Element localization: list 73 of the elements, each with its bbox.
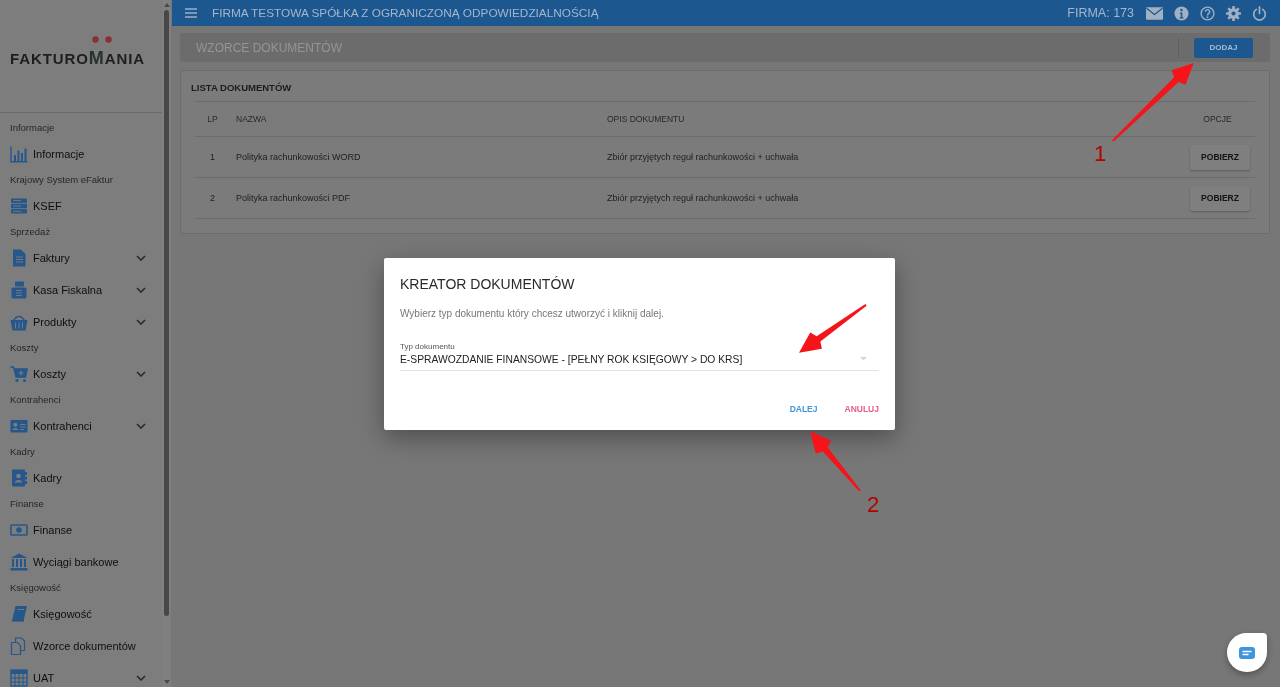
table-cell: 1 bbox=[210, 152, 215, 162]
add-button[interactable]: DODAJ bbox=[1194, 37, 1253, 58]
basket-icon bbox=[10, 313, 28, 331]
column-header: OPCJE bbox=[1203, 114, 1232, 124]
scroll-down-icon[interactable] bbox=[163, 680, 170, 684]
help-icon[interactable] bbox=[1200, 5, 1215, 21]
table-cell: Zbiór przyjętych reguł rachunkowości + uchwała bbox=[607, 193, 799, 203]
dialog-title: KREATOR DOKUMENTÓW bbox=[400, 275, 576, 294]
bar-chart-icon bbox=[10, 145, 28, 163]
table-cell: Zbiór przyjętych reguł rachunkowości + uchwała bbox=[607, 152, 799, 162]
cart-icon bbox=[10, 365, 28, 383]
nav-item[interactable]: UAT bbox=[0, 662, 162, 687]
dialog-message: Wybierz typ dokumentu który chcesz utworzyć i kliknij dalej. bbox=[400, 307, 665, 321]
nav-item[interactable]: Wzorce dokumentów bbox=[0, 630, 162, 662]
nav-item[interactable]: KSEF bbox=[0, 190, 162, 222]
section-label: Krajowy System eFaktur bbox=[9, 173, 114, 187]
menu-icon[interactable] bbox=[185, 8, 197, 18]
dialog-button[interactable]: DALEJ bbox=[783, 397, 824, 421]
section-label: Księgowość bbox=[9, 581, 62, 595]
info-icon[interactable] bbox=[1174, 5, 1189, 21]
section-label: Sprzedaż bbox=[9, 225, 52, 239]
annotation-number: 2 bbox=[867, 494, 880, 516]
company-title: FIRMA TESTOWA SPÓŁKA Z OGRANICZONĄ ODPOWIEDZIALNOŚCIĄ bbox=[212, 6, 599, 20]
section-label: Kadry bbox=[9, 445, 36, 459]
download-button[interactable]: POBIERZ bbox=[1190, 185, 1250, 211]
nav-item[interactable]: Kontrahenci bbox=[0, 410, 162, 442]
book-icon bbox=[10, 605, 28, 623]
nav-item[interactable]: Kadry bbox=[0, 462, 162, 494]
dialog-button[interactable]: ANULUJ bbox=[838, 397, 885, 421]
table-cell-text: Polityka rachunkowości WORD bbox=[235, 152, 361, 162]
chat-icon bbox=[1239, 646, 1255, 659]
section-label: Finanse bbox=[9, 497, 45, 511]
copy-icon bbox=[10, 637, 28, 655]
contact-card-icon bbox=[10, 417, 28, 435]
cash-register-icon bbox=[10, 281, 28, 299]
logo-text: FAKTUROMANIA bbox=[10, 49, 145, 67]
table-cell-text: Polityka rachunkowości PDF bbox=[235, 193, 351, 203]
annotation-arrow bbox=[799, 304, 867, 353]
address-book-icon bbox=[10, 469, 28, 487]
scrollbar-thumb[interactable] bbox=[164, 10, 169, 616]
column-header: NAZWA bbox=[235, 114, 267, 124]
column-header: LP bbox=[207, 114, 218, 124]
bank-icon bbox=[10, 553, 28, 571]
power-icon[interactable] bbox=[1252, 5, 1267, 21]
settings-icon[interactable] bbox=[1226, 5, 1241, 21]
nav-item[interactable]: Faktury bbox=[0, 242, 162, 274]
card-title: LISTA DOKUMENTÓW bbox=[191, 82, 293, 94]
nav-item[interactable]: Koszty bbox=[0, 358, 162, 390]
nav-item[interactable]: Produkty bbox=[0, 306, 162, 338]
column-header: OPIS DOKUMENTU bbox=[607, 114, 685, 124]
banknote-icon bbox=[10, 521, 28, 539]
nav-item[interactable]: Wyciągi bankowe bbox=[0, 546, 162, 578]
annotation-arrow bbox=[810, 431, 861, 492]
nav-item[interactable]: Finanse bbox=[0, 514, 162, 546]
annotation-number: 1 bbox=[1094, 143, 1107, 165]
mail-icon[interactable] bbox=[1146, 6, 1163, 20]
document-icon bbox=[10, 249, 28, 267]
calculator-icon bbox=[10, 669, 28, 687]
caret-icon bbox=[860, 357, 867, 361]
dots-icon bbox=[92, 35, 112, 43]
scrollbar[interactable] bbox=[162, 0, 171, 687]
table-cell: 2 bbox=[210, 193, 215, 203]
download-button[interactable]: POBIERZ bbox=[1190, 144, 1250, 170]
scroll-up-icon[interactable] bbox=[163, 3, 170, 7]
section-label: Koszty bbox=[9, 341, 40, 355]
company-number: FIRMA: 173 bbox=[1067, 6, 1134, 20]
section-label: Kontrahenci bbox=[9, 393, 62, 407]
chat-button[interactable] bbox=[1227, 633, 1267, 672]
server-icon bbox=[10, 197, 28, 215]
nav-item[interactable]: Księgowość bbox=[0, 598, 162, 630]
section-label: Informacje bbox=[9, 121, 56, 135]
nav-item[interactable]: Informacje bbox=[0, 138, 162, 170]
nav-item[interactable]: Kasa Fiskalna bbox=[0, 274, 162, 306]
